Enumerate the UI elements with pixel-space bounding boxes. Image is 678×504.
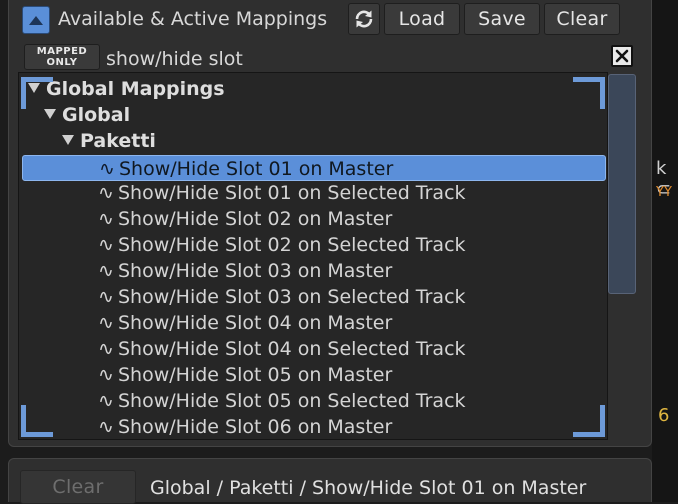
- clear-search-button[interactable]: [611, 45, 633, 67]
- mapped-only-toggle[interactable]: MAPPED ONLY: [24, 44, 100, 70]
- focus-corner-bracket: [573, 77, 605, 109]
- tree-item-label: Show/Hide Slot 01 on Master: [119, 158, 394, 180]
- refresh-icon: [355, 10, 373, 28]
- tree-item-label: Show/Hide Slot 05 on Master: [118, 364, 393, 386]
- tree-group-label: Global Mappings: [46, 78, 225, 100]
- tree-item[interactable]: ∿ Show/Hide Slot 04 on Selected Track: [22, 336, 606, 362]
- tree-item-label: Show/Hide Slot 03 on Selected Track: [118, 286, 466, 308]
- tree-item[interactable]: ∿ Show/Hide Slot 04 on Master: [22, 310, 606, 336]
- mapping-wave-icon: ∿: [98, 260, 114, 282]
- mapping-wave-icon: ∿: [98, 182, 114, 204]
- tree-item[interactable]: ∿ Show/Hide Slot 05 on Selected Track: [22, 388, 606, 414]
- edge-text-fragment: ΥΥ: [656, 185, 672, 200]
- tree-group-global[interactable]: Global: [22, 102, 606, 128]
- tree-group-label: Paketti: [80, 130, 156, 152]
- background-app-edge: k ⊂ ΥΥ 6: [652, 0, 678, 502]
- refresh-button[interactable]: [348, 3, 380, 35]
- save-button[interactable]: Save: [464, 3, 540, 35]
- tree-item[interactable]: ∿ Show/Hide Slot 05 on Master: [22, 362, 606, 388]
- selected-mapping-path: Global / Paketti / Show/Hide Slot 01 on …: [150, 477, 587, 499]
- tree-item[interactable]: ∿ Show/Hide Slot 03 on Selected Track: [22, 284, 606, 310]
- mapping-wave-icon: ∿: [98, 416, 114, 438]
- close-icon: [615, 49, 629, 63]
- tree-item[interactable]: ∿ Show/Hide Slot 02 on Selected Track: [22, 232, 606, 258]
- collapse-button[interactable]: [22, 6, 50, 34]
- mapping-wave-icon: ∿: [98, 312, 114, 334]
- tree-group-label: Global: [62, 104, 131, 126]
- panel-title: Available & Active Mappings: [58, 8, 328, 30]
- search-input[interactable]: show/hide slot: [106, 46, 243, 72]
- tree-item[interactable]: ∿ Show/Hide Slot 02 on Master: [22, 206, 606, 232]
- mapping-wave-icon: ∿: [98, 208, 114, 230]
- mapping-wave-icon: ∿: [98, 338, 114, 360]
- tree-item-label: Show/Hide Slot 02 on Selected Track: [118, 234, 466, 256]
- tree-item[interactable]: ∿ Show/Hide Slot 06 on Master: [22, 414, 606, 440]
- focus-corner-bracket: [573, 405, 605, 437]
- status-clear-button[interactable]: Clear: [20, 470, 136, 504]
- edge-text-fragment: 6: [658, 405, 670, 426]
- load-button[interactable]: Load: [384, 3, 460, 35]
- mapping-wave-icon: ∿: [99, 158, 115, 180]
- mapped-only-label: MAPPED: [36, 46, 88, 57]
- tree-item[interactable]: ∿ Show/Hide Slot 01 on Master: [22, 155, 606, 181]
- clear-button[interactable]: Clear: [544, 3, 620, 35]
- mapping-wave-icon: ∿: [98, 234, 114, 256]
- tree-group-global-mappings[interactable]: Global Mappings: [22, 76, 606, 102]
- mapping-wave-icon: ∿: [98, 286, 114, 308]
- tree-item[interactable]: ∿ Show/Hide Slot 03 on Master: [22, 258, 606, 284]
- tree-item-label: Show/Hide Slot 01 on Selected Track: [118, 182, 466, 204]
- tree-group-paketti[interactable]: Paketti: [22, 128, 606, 154]
- tree-item-label: Show/Hide Slot 02 on Master: [118, 208, 393, 230]
- mapping-wave-icon: ∿: [98, 390, 114, 412]
- triangle-up-icon: [29, 15, 43, 25]
- tree-item-label: Show/Hide Slot 04 on Master: [118, 312, 393, 334]
- focus-corner-bracket: [21, 77, 53, 109]
- expand-triangle-icon: [62, 134, 74, 145]
- tree-item-label: Show/Hide Slot 04 on Selected Track: [118, 338, 466, 360]
- expand-triangle-icon: [44, 108, 56, 119]
- tree-scrollbar[interactable]: [608, 74, 636, 294]
- tree-item-label: Show/Hide Slot 03 on Master: [118, 260, 393, 282]
- tree-item-label: Show/Hide Slot 06 on Master: [118, 416, 393, 438]
- focus-corner-bracket: [21, 405, 53, 437]
- tree-item-label: Show/Hide Slot 05 on Selected Track: [118, 390, 466, 412]
- mapped-only-label: ONLY: [46, 57, 78, 68]
- mapping-wave-icon: ∿: [98, 364, 114, 386]
- tree-item[interactable]: ∿ Show/Hide Slot 01 on Selected Track: [22, 180, 606, 206]
